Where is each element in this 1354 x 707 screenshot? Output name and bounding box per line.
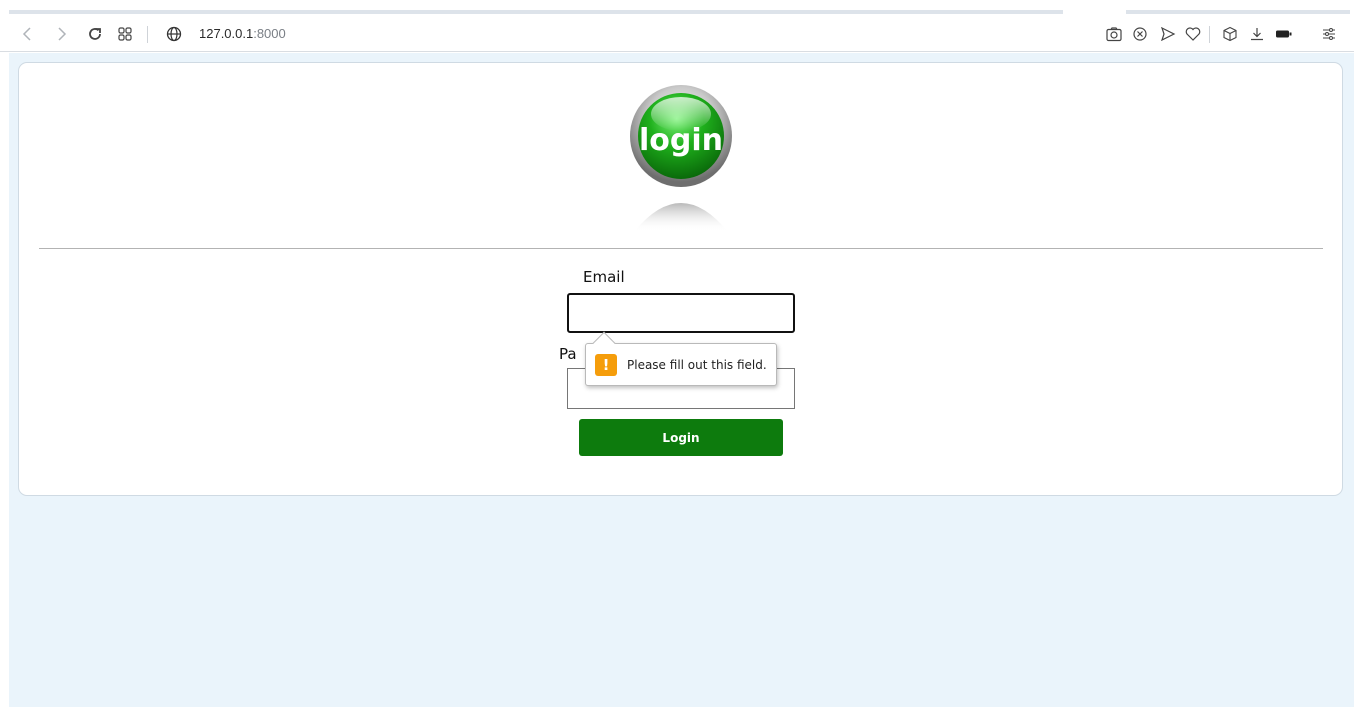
menu-icon[interactable] [1317,22,1341,46]
heart-icon[interactable] [1181,22,1205,46]
send-icon[interactable] [1156,22,1180,46]
tab-indicator-secondary [1126,10,1350,14]
toolbar-separator [147,26,148,43]
logo-text: login [639,123,723,158]
login-logo: login [628,82,734,234]
validation-message: Please fill out this field. [627,358,767,372]
page-viewport: login Email Pa Login ! Please fill out t… [9,53,1354,707]
address-bar[interactable]: 127.0.0.1:8000 [199,26,286,41]
toolbar-separator [1209,26,1210,43]
forward-icon[interactable] [49,22,73,46]
back-icon[interactable] [16,22,40,46]
login-button[interactable]: Login [579,419,783,456]
shield-block-icon[interactable] [1128,22,1152,46]
battery-icon[interactable] [1272,22,1296,46]
camera-icon[interactable] [1102,22,1126,46]
email-label: Email [583,268,625,286]
browser-toolbar: 127.0.0.1:8000 [0,18,1354,52]
tab-strip [0,0,1354,18]
header-divider [39,248,1323,249]
url-host: 127.0.0.1 [199,26,254,41]
login-card: login Email Pa Login ! Please fill out t… [18,62,1343,496]
email-field[interactable] [567,293,795,333]
validation-tooltip: ! Please fill out this field. [585,331,777,386]
warning-icon: ! [595,354,617,376]
cube-icon[interactable] [1218,22,1242,46]
reload-icon[interactable] [83,22,107,46]
download-icon[interactable] [1245,22,1269,46]
globe-icon[interactable] [162,22,186,46]
password-label: Pa [559,345,577,363]
tabs-grid-icon[interactable] [113,22,137,46]
url-port: :8000 [253,26,286,41]
tooltip-arrow [592,331,616,355]
tab-indicator [9,10,1063,14]
